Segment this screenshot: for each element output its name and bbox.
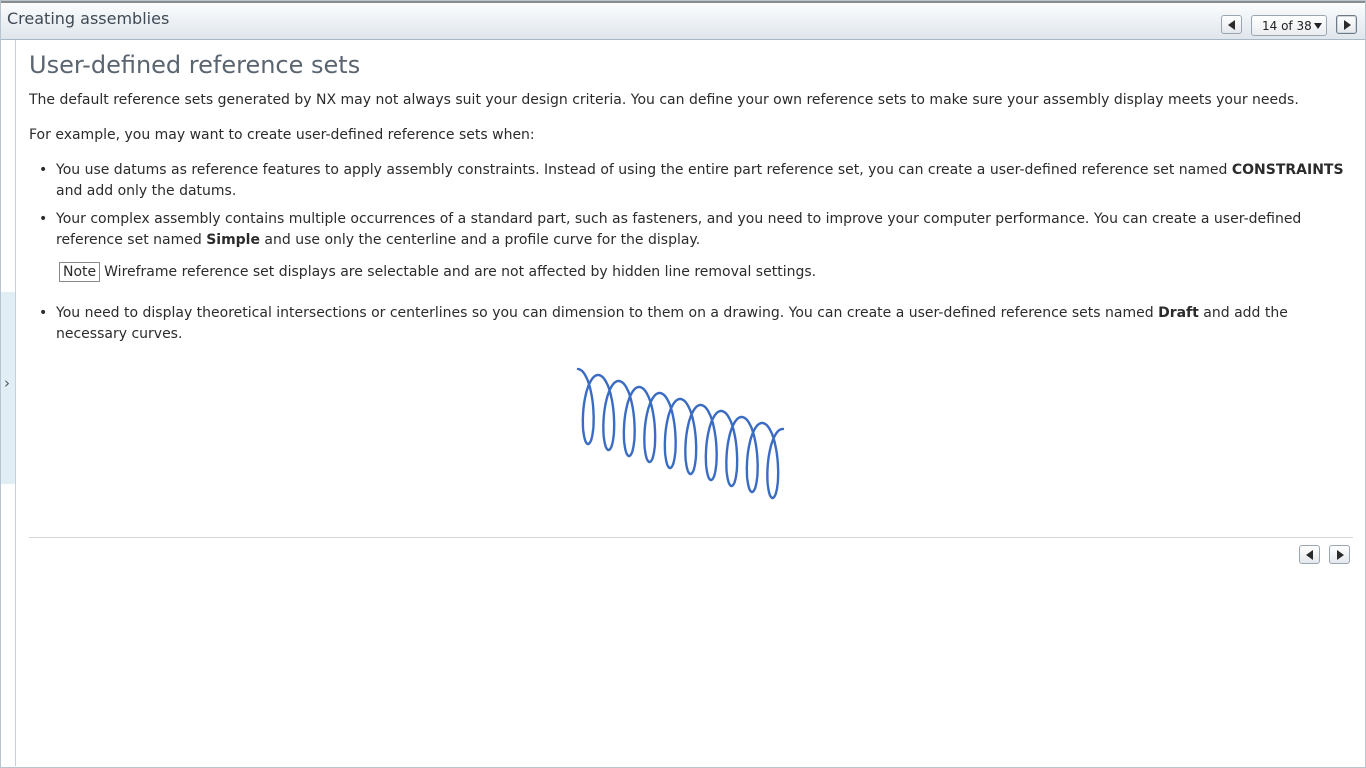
bullet1-keyword: CONSTRAINTS [1231,162,1344,178]
note-block: Note Wireframe reference set displays are… [59,262,816,282]
triangle-right-icon [1344,20,1351,30]
content-divider [29,537,1353,538]
note-label: Note [59,262,101,282]
spring-figure [576,367,785,500]
page-indicator: 14 of 38 [1262,19,1312,33]
triangle-right-icon [1337,550,1344,560]
spring-curve [576,367,785,500]
bullet2-keyword: Simple [206,232,260,248]
bullet3-keyword: Draft [1158,305,1199,321]
reasons-list-continued: You need to display theoretical intersec… [29,303,1351,345]
bullet3-text: You need to display theoretical intersec… [56,305,1159,321]
header-next-button[interactable] [1336,15,1357,34]
page-select[interactable]: 14 of 38 [1251,15,1327,36]
bullet1-tail: and add only the datums. [56,183,237,199]
example-lead-paragraph: For example, you may want to create user… [29,127,535,143]
intro-paragraph: The default reference sets generated by … [29,92,1299,108]
footer-prev-button[interactable] [1299,545,1320,564]
triangle-left-icon [1306,550,1313,560]
header-bar: Creating assemblies 14 of 38 [1,3,1365,40]
reasons-list: You use datums as reference features to … [29,160,1351,251]
footer-next-button[interactable] [1329,545,1350,564]
bullet2-tail: and use only the centerline and a profil… [259,232,701,248]
list-item: You need to display theoretical intersec… [29,303,1351,345]
left-collapse-rail[interactable]: › [1,40,16,766]
chevron-down-icon [1314,23,1322,29]
header-title: Creating assemblies [7,9,170,28]
list-item: Your complex assembly contains multiple … [29,209,1351,251]
header-prev-button[interactable] [1221,15,1242,34]
chevron-right-icon[interactable]: › [4,374,10,392]
triangle-left-icon [1228,20,1235,30]
note-text: Wireframe reference set displays are sel… [104,264,817,280]
bullet1-text: You use datums as reference features to … [56,162,1232,178]
list-item: You use datums as reference features to … [29,160,1351,202]
page-title: User-defined reference sets [29,51,361,79]
